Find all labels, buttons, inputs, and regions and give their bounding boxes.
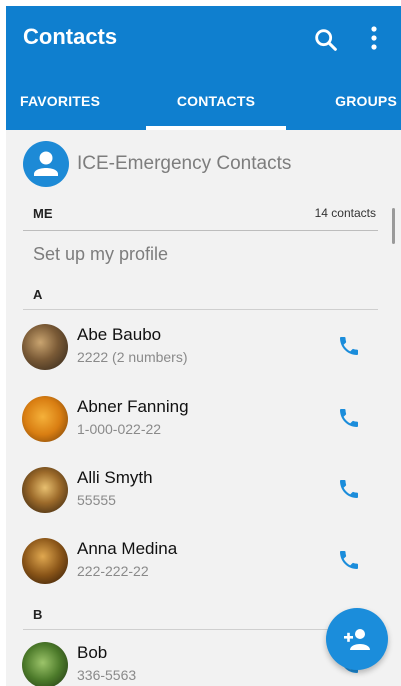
- contact-avatar: [22, 467, 68, 513]
- app-bar: Contacts FAVORITES CONTACTS GROUPS: [6, 6, 401, 130]
- contact-name: Abner Fanning: [77, 397, 189, 416]
- add-contact-button[interactable]: [326, 608, 388, 670]
- phone-icon[interactable]: [337, 406, 361, 430]
- search-icon[interactable]: [312, 26, 340, 54]
- contact-row[interactable]: Abner Fanning 1-000-022-22: [6, 396, 401, 468]
- phone-icon[interactable]: [337, 548, 361, 572]
- tab-contacts[interactable]: CONTACTS: [146, 78, 286, 130]
- setup-profile-item[interactable]: Set up my profile: [33, 244, 168, 265]
- me-header: ME: [33, 206, 53, 221]
- contact-number: 1-000-022-22: [77, 421, 162, 437]
- me-section-header: ME 14 contacts: [23, 200, 378, 231]
- more-options-icon[interactable]: [364, 24, 384, 54]
- scrollbar[interactable]: [392, 208, 395, 244]
- tab-bar: FAVORITES CONTACTS GROUPS: [6, 78, 401, 130]
- contact-name: Abe Baubo: [77, 325, 162, 344]
- contact-row[interactable]: Abe Baubo 2222 (2 numbers): [6, 324, 401, 396]
- ice-label: ICE-Emergency Contacts: [77, 153, 292, 174]
- app-title: Contacts: [23, 24, 118, 49]
- section-divider: [23, 309, 378, 310]
- phone-icon[interactable]: [337, 334, 361, 358]
- contact-avatar: [22, 324, 68, 370]
- contact-name: Bob: [77, 643, 108, 662]
- contact-number: 222-222-22: [77, 563, 149, 579]
- contact-row[interactable]: Alli Smyth 55555: [6, 467, 401, 539]
- contact-name: Alli Smyth: [77, 468, 153, 487]
- ice-emergency-contacts-row[interactable]: ICE-Emergency Contacts: [6, 130, 401, 200]
- section-letter-a: A: [33, 287, 43, 302]
- person-icon: [23, 141, 69, 187]
- contact-name: Anna Medina: [77, 539, 178, 558]
- add-person-icon: [344, 629, 370, 650]
- phone-icon[interactable]: [337, 477, 361, 501]
- contact-row[interactable]: Anna Medina 222-222-22: [6, 538, 401, 610]
- contact-avatar: [22, 642, 68, 686]
- tab-groups[interactable]: GROUPS: [302, 78, 397, 130]
- contact-number: 2222 (2 numbers): [77, 349, 188, 365]
- contacts-screen: Contacts FAVORITES CONTACTS GROUPS ICE-E…: [6, 6, 401, 686]
- section-letter-b: B: [33, 607, 43, 622]
- contact-number: 336-5563: [77, 667, 137, 683]
- contact-number: 55555: [77, 492, 116, 508]
- section-divider: [23, 629, 378, 630]
- contact-avatar: [22, 396, 68, 442]
- contact-avatar: [22, 538, 68, 584]
- contacts-count: 14 contacts: [314, 206, 376, 220]
- tab-favorites[interactable]: FAVORITES: [20, 78, 130, 130]
